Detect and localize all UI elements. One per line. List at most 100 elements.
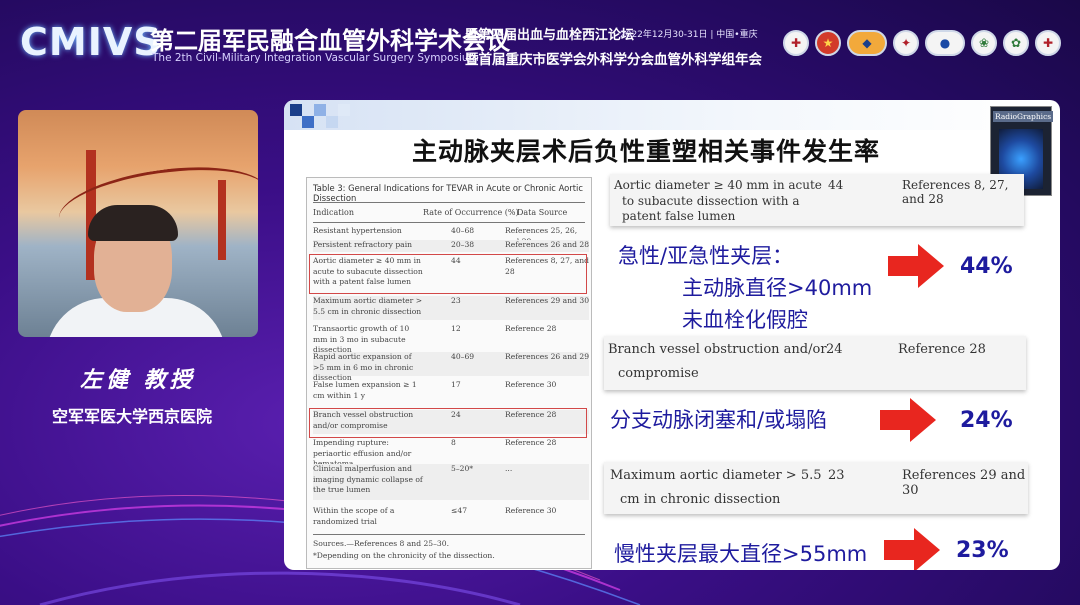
- annotation-acute-line2: 主动脉直径>40mm: [682, 276, 873, 300]
- speaker-video: [18, 110, 258, 337]
- row-source: References 26 and 28: [505, 240, 590, 249]
- deco-square: [290, 104, 302, 116]
- conference-logo: CMIVS: [20, 20, 162, 64]
- row-rate: 17: [451, 380, 461, 389]
- sponsor-emblem-icon: ★: [815, 30, 841, 56]
- row-indication: Rapid aortic expansion of >5 mm in 6 mo …: [313, 352, 414, 382]
- zoom-text-line: Branch vessel obstruction and/or: [608, 342, 827, 357]
- annotation-chronic: 慢性夹层最大直径>55mm: [614, 542, 868, 566]
- row-indication: Clinical malperfusion and imaging dynami…: [313, 464, 423, 494]
- row-indication: Persistent refractory pain: [313, 240, 413, 249]
- red-arrow-icon: [880, 398, 936, 442]
- table-row: Within the scope of a randomized trial ≤…: [313, 506, 589, 530]
- table-header-rate: Rate of Occurrence (%): [423, 208, 519, 217]
- sponsor-emblem-icon: ✿: [1003, 30, 1029, 56]
- zoom-rate: 23: [828, 468, 845, 483]
- indications-table: Table 3: General Indications for TEVAR i…: [306, 177, 592, 569]
- deco-square: [314, 104, 326, 116]
- percentage-24: 24%: [960, 408, 1013, 433]
- table-row: Resistant hypertension 40–68 References …: [313, 226, 589, 246]
- row-rate: ≤47: [451, 506, 468, 515]
- row-rate: 40–69: [451, 352, 475, 361]
- zoom-text-line: Maximum aortic diameter > 5.5: [610, 468, 822, 483]
- sponsor-emblem-icon: ✚: [1035, 30, 1061, 56]
- conference-title-english: The 2th Civil-Military Integration Vascu…: [152, 52, 479, 64]
- percentage-23: 23%: [956, 538, 1009, 563]
- conference-subtitle-1: 暨第四届出血与血栓西江论坛: [465, 28, 635, 43]
- zoom-source: Reference 28: [898, 342, 986, 357]
- annotation-branch: 分支动脉闭塞和/或塌陷: [610, 408, 828, 432]
- row-rate: 20–38: [451, 240, 475, 249]
- sponsor-emblem-icon: ❀: [971, 30, 997, 56]
- table-rule: [313, 222, 585, 223]
- speaker-affiliation: 空军军医大学西京医院: [52, 407, 213, 426]
- table-rule: [313, 202, 585, 203]
- red-arrow-icon: [884, 528, 940, 570]
- table-highlight-box: [309, 408, 587, 438]
- deco-square: [338, 104, 350, 116]
- zoom-text-line: Aortic diameter ≥ 40 mm in acute: [614, 178, 822, 192]
- table-header-source: Data Source: [517, 208, 568, 217]
- zoom-text-line: cm in chronic dissection: [620, 492, 781, 507]
- journal-label: RadioGraphics: [993, 111, 1054, 122]
- table-row: False lumen expansion ≥ 1 cm within 1 y …: [313, 380, 589, 404]
- slide-header-decoration: [284, 100, 1044, 130]
- zoom-max-diameter: Maximum aortic diameter > 5.5 cm in chro…: [604, 462, 1028, 514]
- conference-header: CMIVS 第二届军民融合血管外科学术会议 The 2th Civil-Mili…: [0, 0, 1080, 80]
- conference-title: 第二届军民融合血管外科学术会议: [150, 27, 510, 55]
- deco-square: [326, 116, 338, 128]
- row-rate: 8: [451, 438, 456, 447]
- sponsor-emblem-icon: ◆: [847, 30, 887, 56]
- zoom-branch-vessel: Branch vessel obstruction and/or comprom…: [604, 336, 1026, 390]
- zoom-aortic-diameter: Aortic diameter ≥ 40 mm in acute to suba…: [610, 174, 1024, 226]
- row-source: References 29 and 30: [505, 296, 590, 305]
- table-row: Rapid aortic expansion of >5 mm in 6 mo …: [313, 352, 590, 382]
- zoom-rate: 44: [828, 178, 844, 192]
- annotation-acute-line1: 急性/亚急性夹层：: [618, 244, 794, 268]
- table-footnote-sources: Sources.—References 8 and 25–30.: [313, 539, 450, 548]
- zoom-rate: 24: [826, 342, 843, 357]
- speaker-hair: [88, 205, 178, 241]
- row-rate: 40–68: [451, 226, 475, 235]
- row-source: ...: [505, 464, 513, 473]
- row-source: Reference 28: [505, 324, 557, 333]
- zoom-text-line: patent false lumen: [622, 209, 736, 223]
- zoom-text-line: compromise: [618, 366, 699, 381]
- row-indication: Transaortic growth of 10 mm in 3 mo in s…: [313, 324, 410, 354]
- percentage-44: 44%: [960, 254, 1013, 279]
- conference-date-place: 2022年12月30-31日 | 中国•重庆: [620, 30, 758, 40]
- row-source: Reference 28: [505, 438, 557, 447]
- red-arrow-icon: [888, 244, 944, 288]
- table-row: Transaortic growth of 10 mm in 3 mo in s…: [313, 324, 589, 354]
- row-indication: Maximum aortic diameter > 5.5 cm in chro…: [313, 296, 423, 316]
- row-rate: 23: [451, 296, 461, 305]
- table-row: Clinical malperfusion and imaging dynami…: [313, 464, 589, 500]
- row-rate: 5–20*: [451, 464, 474, 473]
- row-indication: Resistant hypertension: [313, 226, 402, 235]
- annotation-acute-line3: 未血栓化假腔: [682, 308, 808, 332]
- speaker-name: 左健 教授: [80, 367, 196, 393]
- table-row: Maximum aortic diameter > 5.5 cm in chro…: [313, 296, 589, 320]
- row-source: Reference 30: [505, 380, 557, 389]
- row-rate: 12: [451, 324, 461, 333]
- conference-subtitle-2: 暨首届重庆市医学会外科学分会血管外科学组年会: [465, 52, 762, 68]
- zoom-source: References 29 and 30: [902, 468, 1026, 498]
- sponsor-badges: ✚ ★ ◆ ✦ ● ❀ ✿ ✚: [783, 30, 1061, 56]
- row-indication: False lumen expansion ≥ 1 cm within 1 y: [313, 380, 417, 400]
- row-source: Reference 30: [505, 506, 557, 515]
- zoom-text-line: to subacute dissection with a: [622, 194, 800, 208]
- row-source: References 26 and 29: [505, 352, 590, 361]
- table-rule: [313, 534, 585, 535]
- table-row: Impending rupture: periaortic effusion a…: [313, 438, 589, 468]
- table-highlight-box: [309, 254, 587, 294]
- row-indication: Within the scope of a randomized trial: [313, 506, 395, 526]
- sponsor-emblem-icon: ✚: [783, 30, 809, 56]
- deco-square: [302, 116, 314, 128]
- table-footnote-chronicity: *Depending on the chronicity of the diss…: [313, 551, 495, 560]
- sponsor-emblem-icon: ✦: [893, 30, 919, 56]
- zoom-source: References 8, 27, and 28: [902, 178, 1009, 206]
- slide-title: 主动脉夹层术后负性重塑相关事件发生率: [412, 137, 881, 166]
- table-row: Persistent refractory pain 20–38 Referen…: [313, 240, 589, 252]
- presentation-slide: 主动脉夹层术后负性重塑相关事件发生率 RadioGraphics Table 3…: [284, 100, 1060, 570]
- table-header-indication: Indication: [313, 208, 354, 217]
